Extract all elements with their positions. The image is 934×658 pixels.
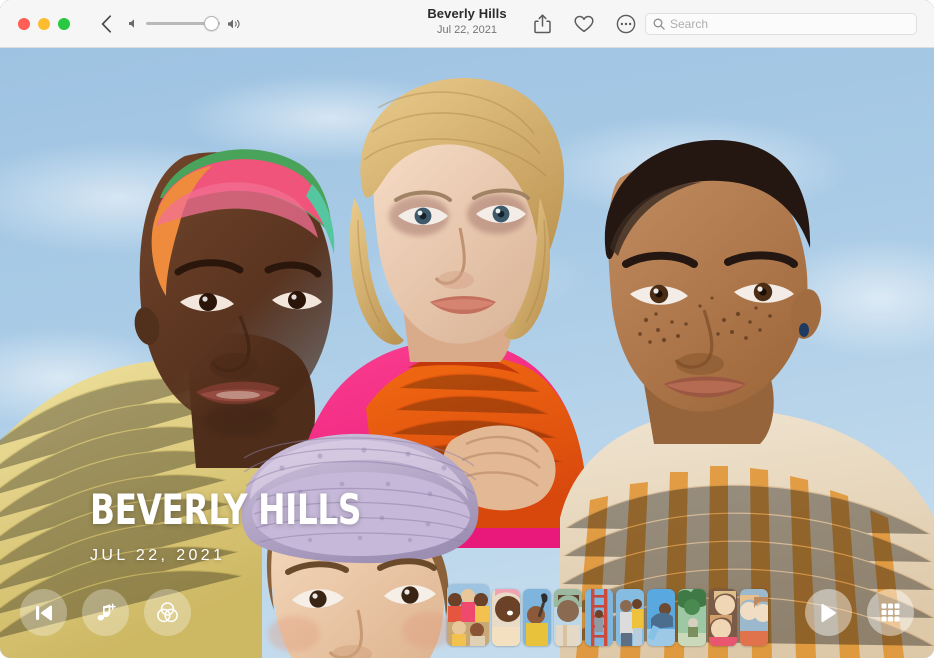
volume-slider-group[interactable] <box>128 16 242 32</box>
volume-knob[interactable] <box>204 16 219 31</box>
thumbnail-image <box>447 584 489 646</box>
group-selfie-photo <box>0 48 934 658</box>
titlebar: Beverly Hills Jul 22, 2021 <box>0 0 934 48</box>
filmstrip[interactable] <box>447 582 768 646</box>
music-button[interactable] <box>82 589 129 636</box>
thumbnail-7[interactable] <box>647 589 675 646</box>
share-button[interactable] <box>531 13 553 35</box>
thumbnail-image <box>740 589 768 646</box>
grid-icon <box>881 603 900 622</box>
favorite-button[interactable] <box>573 13 595 35</box>
thumbnail-image <box>585 589 613 646</box>
speaker-high-icon <box>227 18 242 30</box>
thumbnail-9[interactable] <box>709 589 737 646</box>
thumbnail-2[interactable] <box>492 589 520 646</box>
zoom-window-button[interactable] <box>58 18 70 30</box>
skip-back-icon <box>34 604 54 622</box>
chevron-left-icon <box>101 15 112 33</box>
thumbnail-image <box>616 589 644 646</box>
previous-memory-button[interactable] <box>20 589 67 636</box>
left-controls <box>20 589 191 636</box>
thumbnail-3[interactable] <box>523 589 551 646</box>
more-options-button[interactable] <box>615 13 637 35</box>
share-icon <box>534 14 551 34</box>
more-icon <box>616 14 636 34</box>
search-input[interactable]: Search <box>670 14 708 34</box>
photos-memory-window: Beverly Hills Jul 22, 2021 <box>0 0 934 658</box>
thumbnail-image <box>678 589 706 646</box>
thumbnail-5[interactable] <box>585 589 613 646</box>
minimize-window-button[interactable] <box>38 18 50 30</box>
right-controls <box>805 589 914 636</box>
volume-slider[interactable] <box>146 16 220 32</box>
close-window-button[interactable] <box>18 18 30 30</box>
toolbar-actions <box>531 0 637 48</box>
grid-button[interactable] <box>867 589 914 636</box>
music-note-plus-icon <box>95 602 117 624</box>
thumbnail-image <box>554 589 582 646</box>
thumbnail-1[interactable] <box>447 584 489 646</box>
thumbnail-image <box>647 589 675 646</box>
search-field[interactable]: Search <box>645 13 917 35</box>
thumbnail-image <box>709 589 737 646</box>
venn-circles-icon <box>156 601 179 624</box>
back-button[interactable] <box>96 12 116 36</box>
thumbnail-8[interactable] <box>678 589 706 646</box>
traffic-lights <box>18 18 70 30</box>
filters-button[interactable] <box>144 589 191 636</box>
play-icon <box>819 603 838 623</box>
thumbnail-6[interactable] <box>616 589 644 646</box>
thumbnail-10[interactable] <box>740 589 768 646</box>
memory-photo[interactable]: BEVERLY HILLS JUL 22, 2021 <box>0 48 934 658</box>
thumbnail-image <box>492 589 520 646</box>
thumbnail-4[interactable] <box>554 589 582 646</box>
search-icon <box>653 18 665 30</box>
heart-icon <box>574 15 594 33</box>
thumbnail-image <box>523 589 551 646</box>
play-button[interactable] <box>805 589 852 636</box>
speaker-low-icon <box>128 18 139 29</box>
